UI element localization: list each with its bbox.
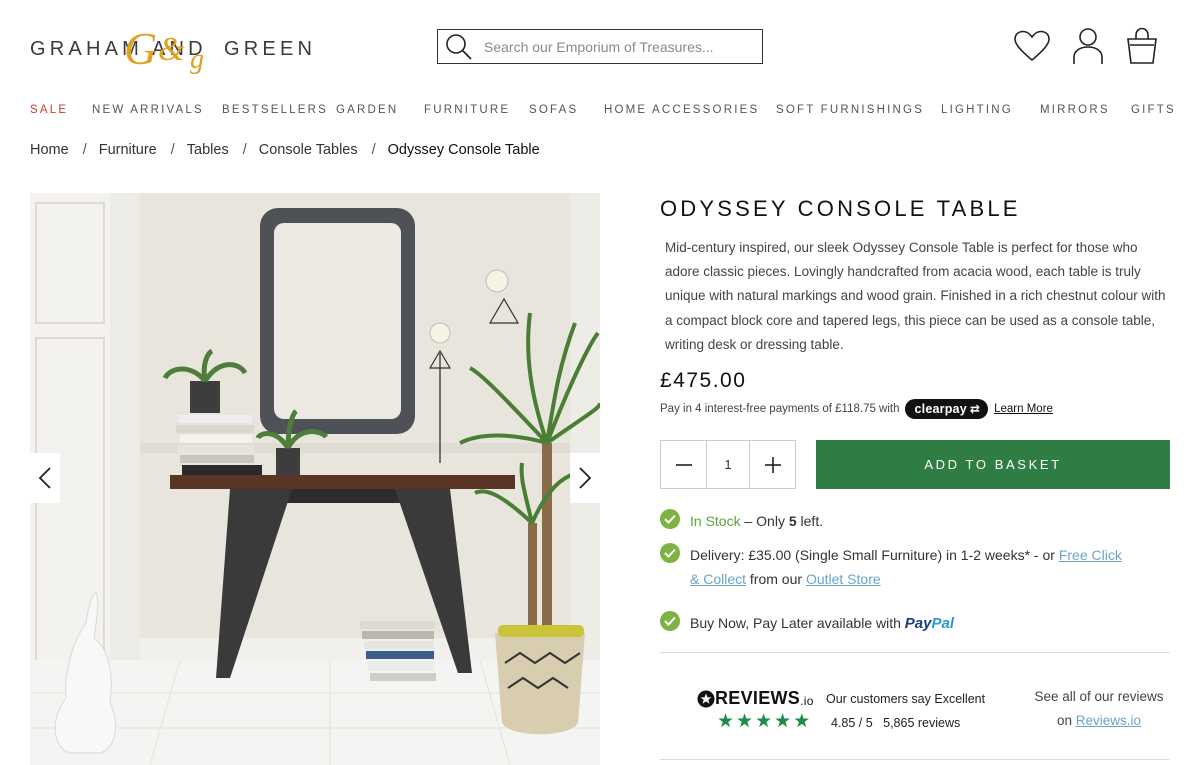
bnpl-info: Buy Now, Pay Later available with PayPal — [660, 611, 954, 636]
logo-word-green: GREEN — [224, 38, 317, 60]
breadcrumb-tables[interactable]: Tables — [187, 142, 229, 158]
delivery-description: Delivery: £35.00 (Single Small Furniture… — [690, 547, 1059, 563]
breadcrumb-separator: / — [242, 142, 247, 158]
reviews-count: 5,865 reviews — [883, 716, 961, 730]
stock-suffix: left. — [796, 513, 824, 529]
main-navigation: SALE NEW ARRIVALS BESTSELLERS GARDEN FUR… — [30, 104, 1174, 122]
reviews-io-link[interactable]: Reviews.io — [1076, 713, 1141, 728]
logo-monogram: G & g — [124, 23, 204, 74]
heart-icon[interactable] — [1012, 26, 1052, 66]
reviews-on-text: on — [1056, 713, 1076, 728]
paypal-logo: PayPal — [905, 615, 954, 632]
reviews-io-logo[interactable]: REVIEWS .io — [697, 688, 814, 709]
product-description: Mid-century inspired, our sleek Odyssey … — [665, 240, 1166, 352]
gallery-prev-button[interactable] — [30, 453, 60, 503]
gallery-next-button[interactable] — [570, 453, 600, 503]
plus-icon — [764, 456, 781, 473]
product-price: £475.00 — [660, 369, 747, 392]
shopping-bag-icon[interactable] — [1122, 26, 1162, 66]
reviews-see-all: See all of our reviews on Reviews.io — [1028, 685, 1170, 733]
user-icon[interactable] — [1068, 26, 1108, 66]
add-to-basket-button[interactable]: ADD TO BASKET — [816, 440, 1170, 489]
nav-item-garden[interactable]: GARDEN — [336, 104, 398, 116]
quantity-value[interactable]: 1 — [706, 441, 750, 488]
chevron-left-icon — [38, 467, 51, 489]
quantity-increase-button[interactable] — [750, 441, 795, 488]
stock-dash: – Only — [740, 513, 789, 529]
star-icon: ★ — [793, 711, 811, 732]
reviews-rating: 4.85 / 5 — [831, 716, 873, 730]
breadcrumb-furniture[interactable]: Furniture — [99, 142, 157, 158]
search-bar[interactable] — [437, 29, 763, 64]
clearpay-arrows-icon: ⇄ — [969, 402, 981, 416]
stock-text: In Stock – Only 5 left. — [690, 509, 823, 533]
breadcrumb-separator: / — [82, 142, 87, 158]
product-title: ODYSSEY CONSOLE TABLE — [660, 196, 1021, 221]
clearpay-badge-label: clearpay — [914, 402, 967, 416]
nav-item-mirrors[interactable]: MIRRORS — [1040, 104, 1110, 116]
reviews-logo-suffix: .io — [800, 693, 814, 708]
star-icon: ★ — [755, 711, 773, 732]
nav-item-home-accessories[interactable]: HOME ACCESSORIES — [604, 104, 759, 116]
nav-item-new-arrivals[interactable]: NEW ARRIVALS — [92, 104, 204, 116]
minus-icon — [675, 463, 692, 466]
delivery-text: Delivery: £35.00 (Single Small Furniture… — [690, 543, 1130, 591]
divider — [660, 652, 1170, 653]
nav-item-sofas[interactable]: SOFAS — [529, 104, 578, 116]
svg-text:g: g — [190, 44, 204, 74]
check-circle-icon — [660, 509, 680, 529]
clearpay-info: Pay in 4 interest-free payments of £118.… — [660, 399, 1053, 419]
clearpay-text: Pay in 4 interest-free payments of £118.… — [660, 403, 900, 415]
divider — [660, 759, 1170, 760]
breadcrumb-console-tables[interactable]: Console Tables — [259, 142, 358, 158]
chevron-right-icon — [579, 467, 592, 489]
nav-item-sale[interactable]: SALE — [30, 104, 68, 116]
star-icon: ★ — [774, 711, 792, 732]
brand-logo[interactable]: GRAHAM AND GREEN G & g — [30, 18, 312, 74]
nav-item-soft-furnishings[interactable]: SOFT FURNISHINGS — [776, 104, 924, 116]
outlet-store-link[interactable]: Outlet Store — [806, 571, 881, 587]
reviews-summary: Our customers say Excellent — [826, 692, 986, 706]
stock-status: In Stock – Only 5 left. — [660, 509, 823, 533]
nav-item-gifts[interactable]: GIFTS — [1131, 104, 1176, 116]
nav-item-furniture[interactable]: FURNITURE — [424, 104, 510, 116]
breadcrumb-separator: / — [371, 142, 376, 158]
svg-text:&: & — [158, 31, 185, 68]
quantity-stepper: 1 — [660, 440, 796, 489]
product-image[interactable] — [30, 193, 600, 765]
star-icon: ★ — [717, 711, 735, 732]
check-circle-icon — [660, 543, 680, 563]
bnpl-text: Buy Now, Pay Later available with PayPal — [690, 611, 954, 636]
breadcrumb: Home / Furniture / Tables / Console Tabl… — [30, 142, 540, 158]
stock-count: 5 — [788, 513, 797, 529]
nav-item-lighting[interactable]: LIGHTING — [941, 104, 1013, 116]
reviews-logo-text: REVIEWS — [715, 688, 801, 708]
paypal-logo-part1: Pay — [904, 615, 932, 632]
clearpay-learn-more-link[interactable]: Learn More — [994, 403, 1053, 415]
bnpl-description: Buy Now, Pay Later available with — [690, 615, 905, 631]
clearpay-badge: clearpay ⇄ — [904, 399, 989, 419]
delivery-middle: from our — [746, 571, 806, 587]
quantity-decrease-button[interactable] — [661, 441, 706, 488]
search-icon[interactable] — [442, 30, 476, 63]
svg-text:G: G — [124, 23, 157, 74]
paypal-logo-part2: Pal — [931, 615, 954, 632]
star-icon: ★ — [736, 711, 754, 732]
breadcrumb-home[interactable]: Home — [30, 142, 69, 158]
nav-item-bestsellers[interactable]: BESTSELLERS — [222, 104, 328, 116]
header-actions — [1012, 26, 1162, 68]
reviews-score: 4.85 / 5 5,865 reviews — [831, 716, 960, 730]
breadcrumb-current: Odyssey Console Table — [387, 142, 540, 158]
search-input[interactable] — [484, 38, 754, 55]
stock-status-label: In Stock — [690, 513, 741, 529]
reviews-see-all-text: See all of our reviews — [1034, 689, 1164, 704]
delivery-info: Delivery: £35.00 (Single Small Furniture… — [660, 543, 1130, 591]
rating-stars: ★ ★ ★ ★ ★ — [717, 712, 812, 732]
breadcrumb-separator: / — [170, 142, 175, 158]
check-circle-icon — [660, 611, 680, 631]
star-circle-icon — [697, 690, 715, 707]
